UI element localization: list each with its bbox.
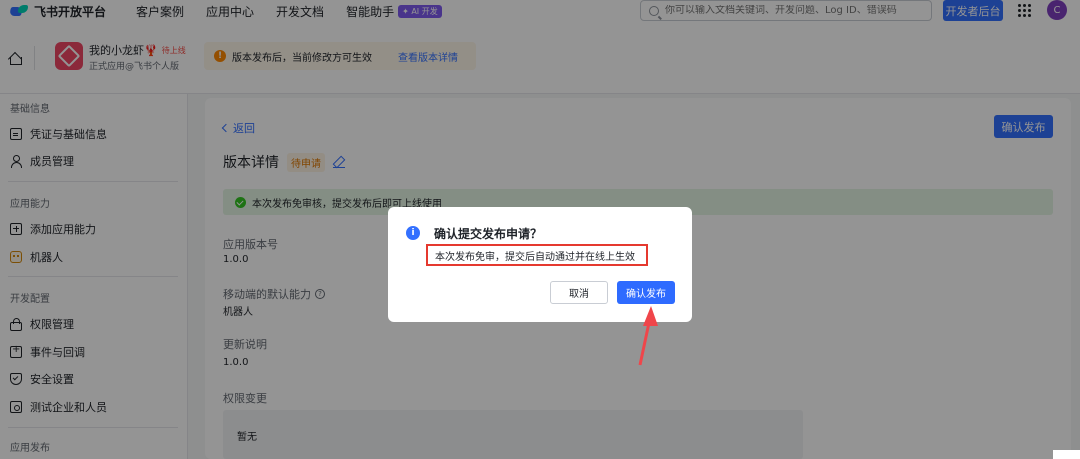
confirm-publish-button[interactable]: 确认发布 — [617, 281, 675, 304]
info-icon: i — [406, 226, 420, 240]
dialog-message: 本次发布免审，提交后自动通过并在线上生效 — [426, 244, 648, 266]
dialog-title: 确认提交发布申请？ — [434, 227, 543, 241]
cancel-button[interactable]: 取消 — [550, 281, 608, 304]
confirm-dialog: i 确认提交发布申请？ 本次发布免审，提交后自动通过并在线上生效 取消 确认发布 — [388, 207, 692, 322]
corner-panel — [1053, 450, 1080, 459]
